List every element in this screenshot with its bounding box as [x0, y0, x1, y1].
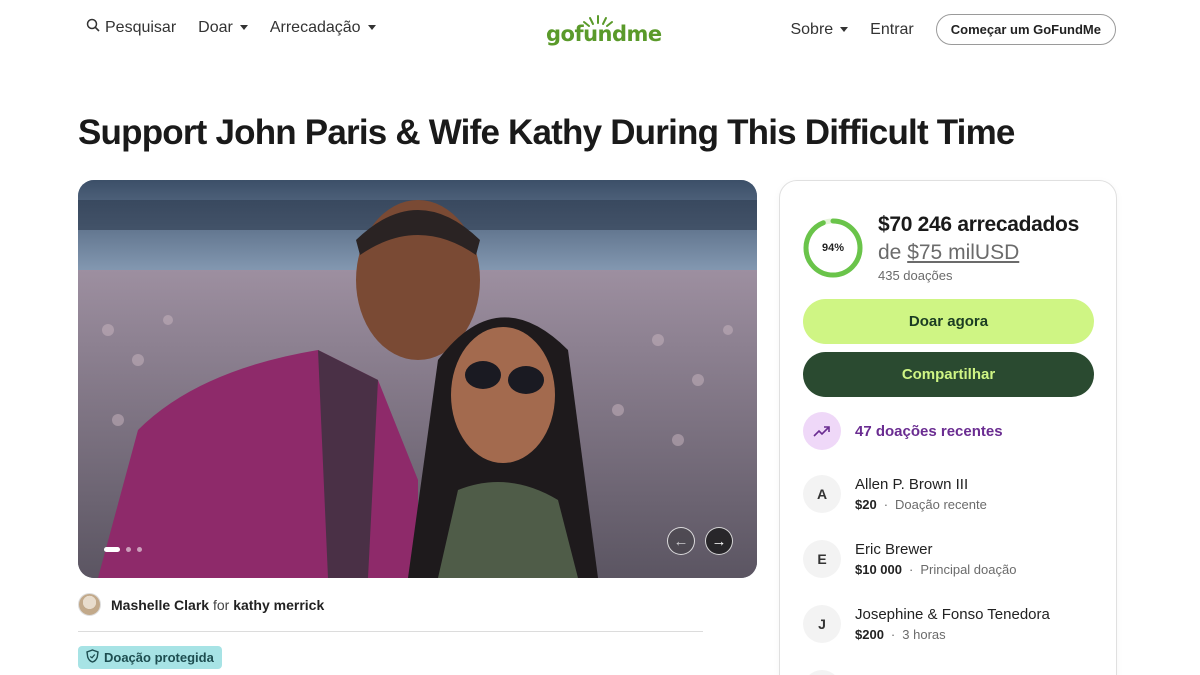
arrow-right-icon: → [711, 532, 727, 550]
donor-item: E Eric Brewer $10 000 · Principal doação [803, 540, 1016, 578]
fundraise-menu[interactable]: Arrecadação [270, 19, 376, 37]
protected-label: Doação protegida [104, 650, 214, 665]
donor-note: Doação recente [895, 497, 987, 512]
nav-left: Pesquisar Doar Arrecadação [86, 18, 376, 37]
carousel-dots [104, 547, 142, 552]
about-menu-label: Sobre [790, 20, 834, 38]
chevron-down-icon [239, 25, 248, 30]
gofundme-logo[interactable]: gofundme [546, 14, 662, 48]
organizer-name[interactable]: Mashelle Clark [111, 597, 209, 613]
donor-avatar: A [803, 475, 841, 513]
donate-menu-label: Doar [198, 18, 233, 36]
donor-amount: $20 [855, 497, 877, 512]
carousel-next-button[interactable]: → [705, 527, 733, 555]
page-title: Support John Paris & Wife Kathy During T… [78, 113, 1015, 152]
donate-now-button[interactable]: Doar agora [803, 299, 1094, 344]
donation-count: 435 doações [878, 268, 953, 283]
separator-dot: · [909, 562, 914, 577]
donor-avatar [803, 670, 841, 675]
donation-panel: 94% $70 246 arrecadados de $75 milUSD 43… [779, 180, 1117, 675]
carousel-dot-3[interactable] [137, 547, 142, 552]
recent-donations-link[interactable]: 47 doações recentes [803, 412, 1003, 450]
carousel-prev-button[interactable]: ← [667, 527, 695, 555]
signin-label: Entrar [870, 20, 914, 38]
goal-line: de $75 milUSD [878, 241, 1019, 265]
start-gofundme-button[interactable]: Começar um GoFundMe [935, 14, 1116, 45]
donate-menu[interactable]: Doar [198, 19, 248, 37]
donor-name: Allen P. Brown III [855, 476, 969, 493]
donor-name: Josephine & Fonso Tenedora [855, 606, 1050, 623]
fundraise-menu-label: Arrecadação [269, 18, 361, 36]
amount-raised: $70 246 arrecadados [878, 213, 1079, 236]
about-menu[interactable]: Sobre [790, 20, 849, 39]
donor-avatar: E [803, 540, 841, 578]
goal-amount[interactable]: $75 milUSD [907, 241, 1019, 264]
progress-percent: 94% [821, 242, 845, 254]
campaign-photo-image [78, 180, 757, 578]
donor-item: J Josephine & Fonso Tenedora $200 · 3 hora… [803, 605, 1050, 643]
donor-amount: $200 [855, 627, 884, 642]
protected-donation-badge[interactable]: Doação protegida [78, 646, 222, 669]
donor-note: 3 horas [902, 627, 946, 642]
donor-meta: $10 000 · Principal doação [855, 562, 1016, 577]
campaign-photo[interactable]: ← → [78, 180, 757, 578]
shield-icon [86, 649, 99, 666]
share-button[interactable]: Compartilhar [803, 352, 1094, 397]
arrow-left-icon: ← [673, 532, 689, 550]
search-icon [86, 18, 100, 37]
logo-text: gofundme [546, 22, 662, 46]
search-label: Pesquisar [105, 18, 177, 36]
separator-dot: · [883, 497, 889, 512]
carousel-dot-2[interactable] [126, 547, 131, 552]
goal-prefix: de [878, 241, 902, 264]
donor-amount: $10 000 [855, 562, 902, 577]
site-header: Pesquisar Doar Arrecadação gofundme Sobr… [0, 0, 1200, 60]
organizer-for: for [212, 596, 230, 613]
chevron-down-icon [367, 25, 376, 30]
signin-link[interactable]: Entrar [870, 21, 914, 39]
organizer-text: Mashelle Clark for kathy merrick [111, 597, 324, 613]
organizer-line: Mashelle Clark for kathy merrick [78, 593, 324, 616]
avatar [78, 593, 101, 616]
beneficiary-name[interactable]: kathy merrick [233, 597, 324, 613]
search-link[interactable]: Pesquisar [86, 18, 176, 37]
divider [78, 631, 703, 632]
trending-up-icon [803, 412, 841, 450]
chevron-down-icon [840, 27, 849, 32]
donor-meta: $20 · Doação recente [855, 497, 987, 512]
carousel-dot-1[interactable] [104, 547, 120, 552]
donor-avatar: J [803, 605, 841, 643]
donor-meta: $200 · 3 horas [855, 627, 1050, 642]
donor-note: Principal doação [920, 562, 1017, 577]
separator-dot: · [890, 627, 896, 642]
donor-item: A Allen P. Brown III $20 · Doação recente [803, 475, 987, 513]
recent-donations-label: 47 doações recentes [855, 422, 1003, 440]
nav-right: Sobre Entrar Começar um GoFundMe [790, 14, 1116, 45]
donor-item-partial [803, 670, 841, 675]
donor-name: Eric Brewer [855, 541, 933, 558]
